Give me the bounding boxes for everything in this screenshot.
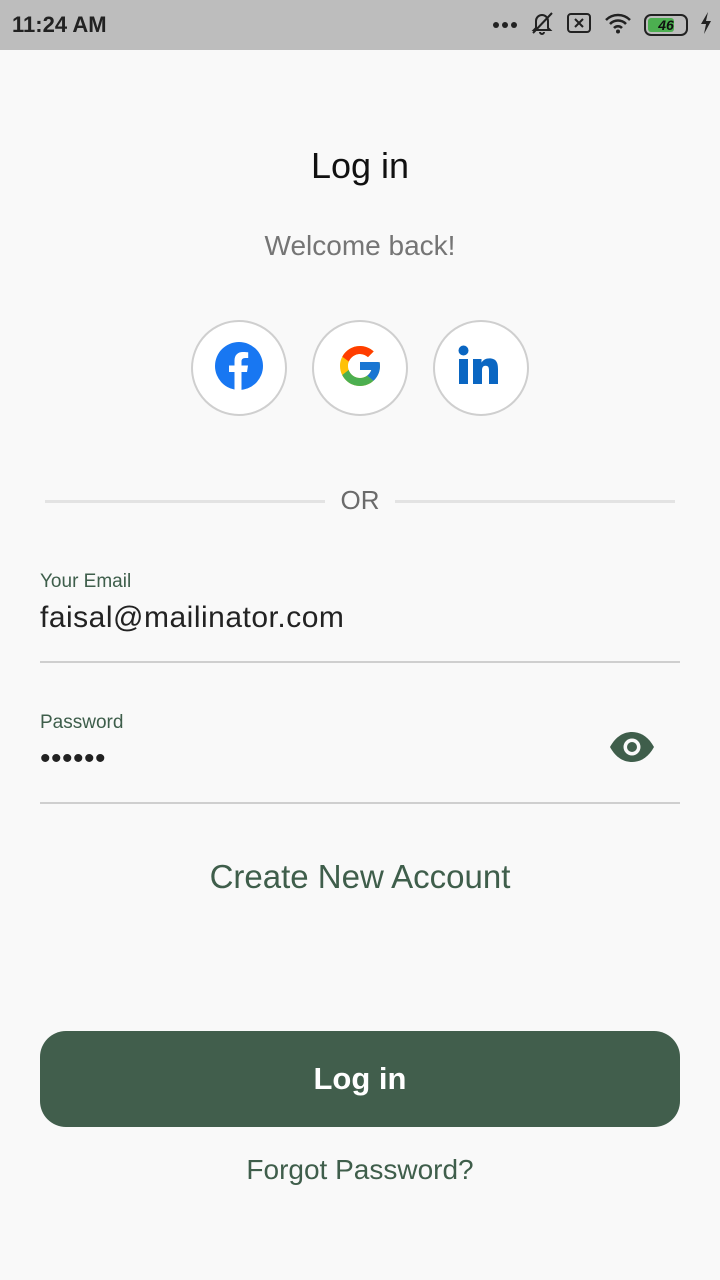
google-login-button[interactable]: [312, 320, 408, 416]
or-divider: OR: [45, 485, 675, 517]
divider-text: OR: [340, 485, 380, 515]
password-underline: [40, 802, 680, 804]
sim-x-icon: [566, 12, 592, 39]
forgot-password-link[interactable]: Forgot Password?: [0, 1154, 720, 1186]
password-field[interactable]: Password ••••••: [40, 712, 680, 805]
toggle-password-visibility-button[interactable]: [608, 730, 656, 764]
password-input[interactable]: ••••••: [40, 742, 680, 776]
more-dots-icon: [492, 16, 518, 34]
battery-level: 46: [658, 17, 674, 33]
social-login-row: [191, 320, 529, 416]
email-field[interactable]: Your Email faisal@mailinator.com: [40, 571, 680, 664]
bell-off-icon: [530, 10, 554, 41]
divider-line-left: [45, 500, 325, 503]
login-button[interactable]: Log in: [40, 1031, 680, 1127]
page-subtitle: Welcome back!: [264, 230, 456, 261]
page-title: Log in: [310, 145, 410, 186]
create-account-link[interactable]: Create New Account: [0, 858, 720, 896]
facebook-icon: [214, 341, 264, 396]
linkedin-login-button[interactable]: [433, 320, 529, 416]
divider-line-right: [395, 500, 675, 503]
battery-icon: 46: [644, 14, 688, 36]
eye-icon: [608, 732, 656, 768]
email-underline: [40, 661, 680, 663]
google-icon: [336, 342, 384, 395]
status-bar: 11:24 AM 46: [0, 0, 720, 50]
email-label: Your Email: [40, 571, 132, 592]
status-icons: 46: [492, 10, 712, 40]
email-input[interactable]: faisal@mailinator.com: [40, 601, 680, 635]
status-time: 11:24 AM: [12, 12, 107, 37]
facebook-login-button[interactable]: [191, 320, 287, 416]
wifi-icon: [604, 12, 632, 39]
charging-bolt-icon: [700, 11, 712, 39]
linkedin-icon: [456, 341, 506, 396]
password-label: Password: [40, 712, 124, 733]
